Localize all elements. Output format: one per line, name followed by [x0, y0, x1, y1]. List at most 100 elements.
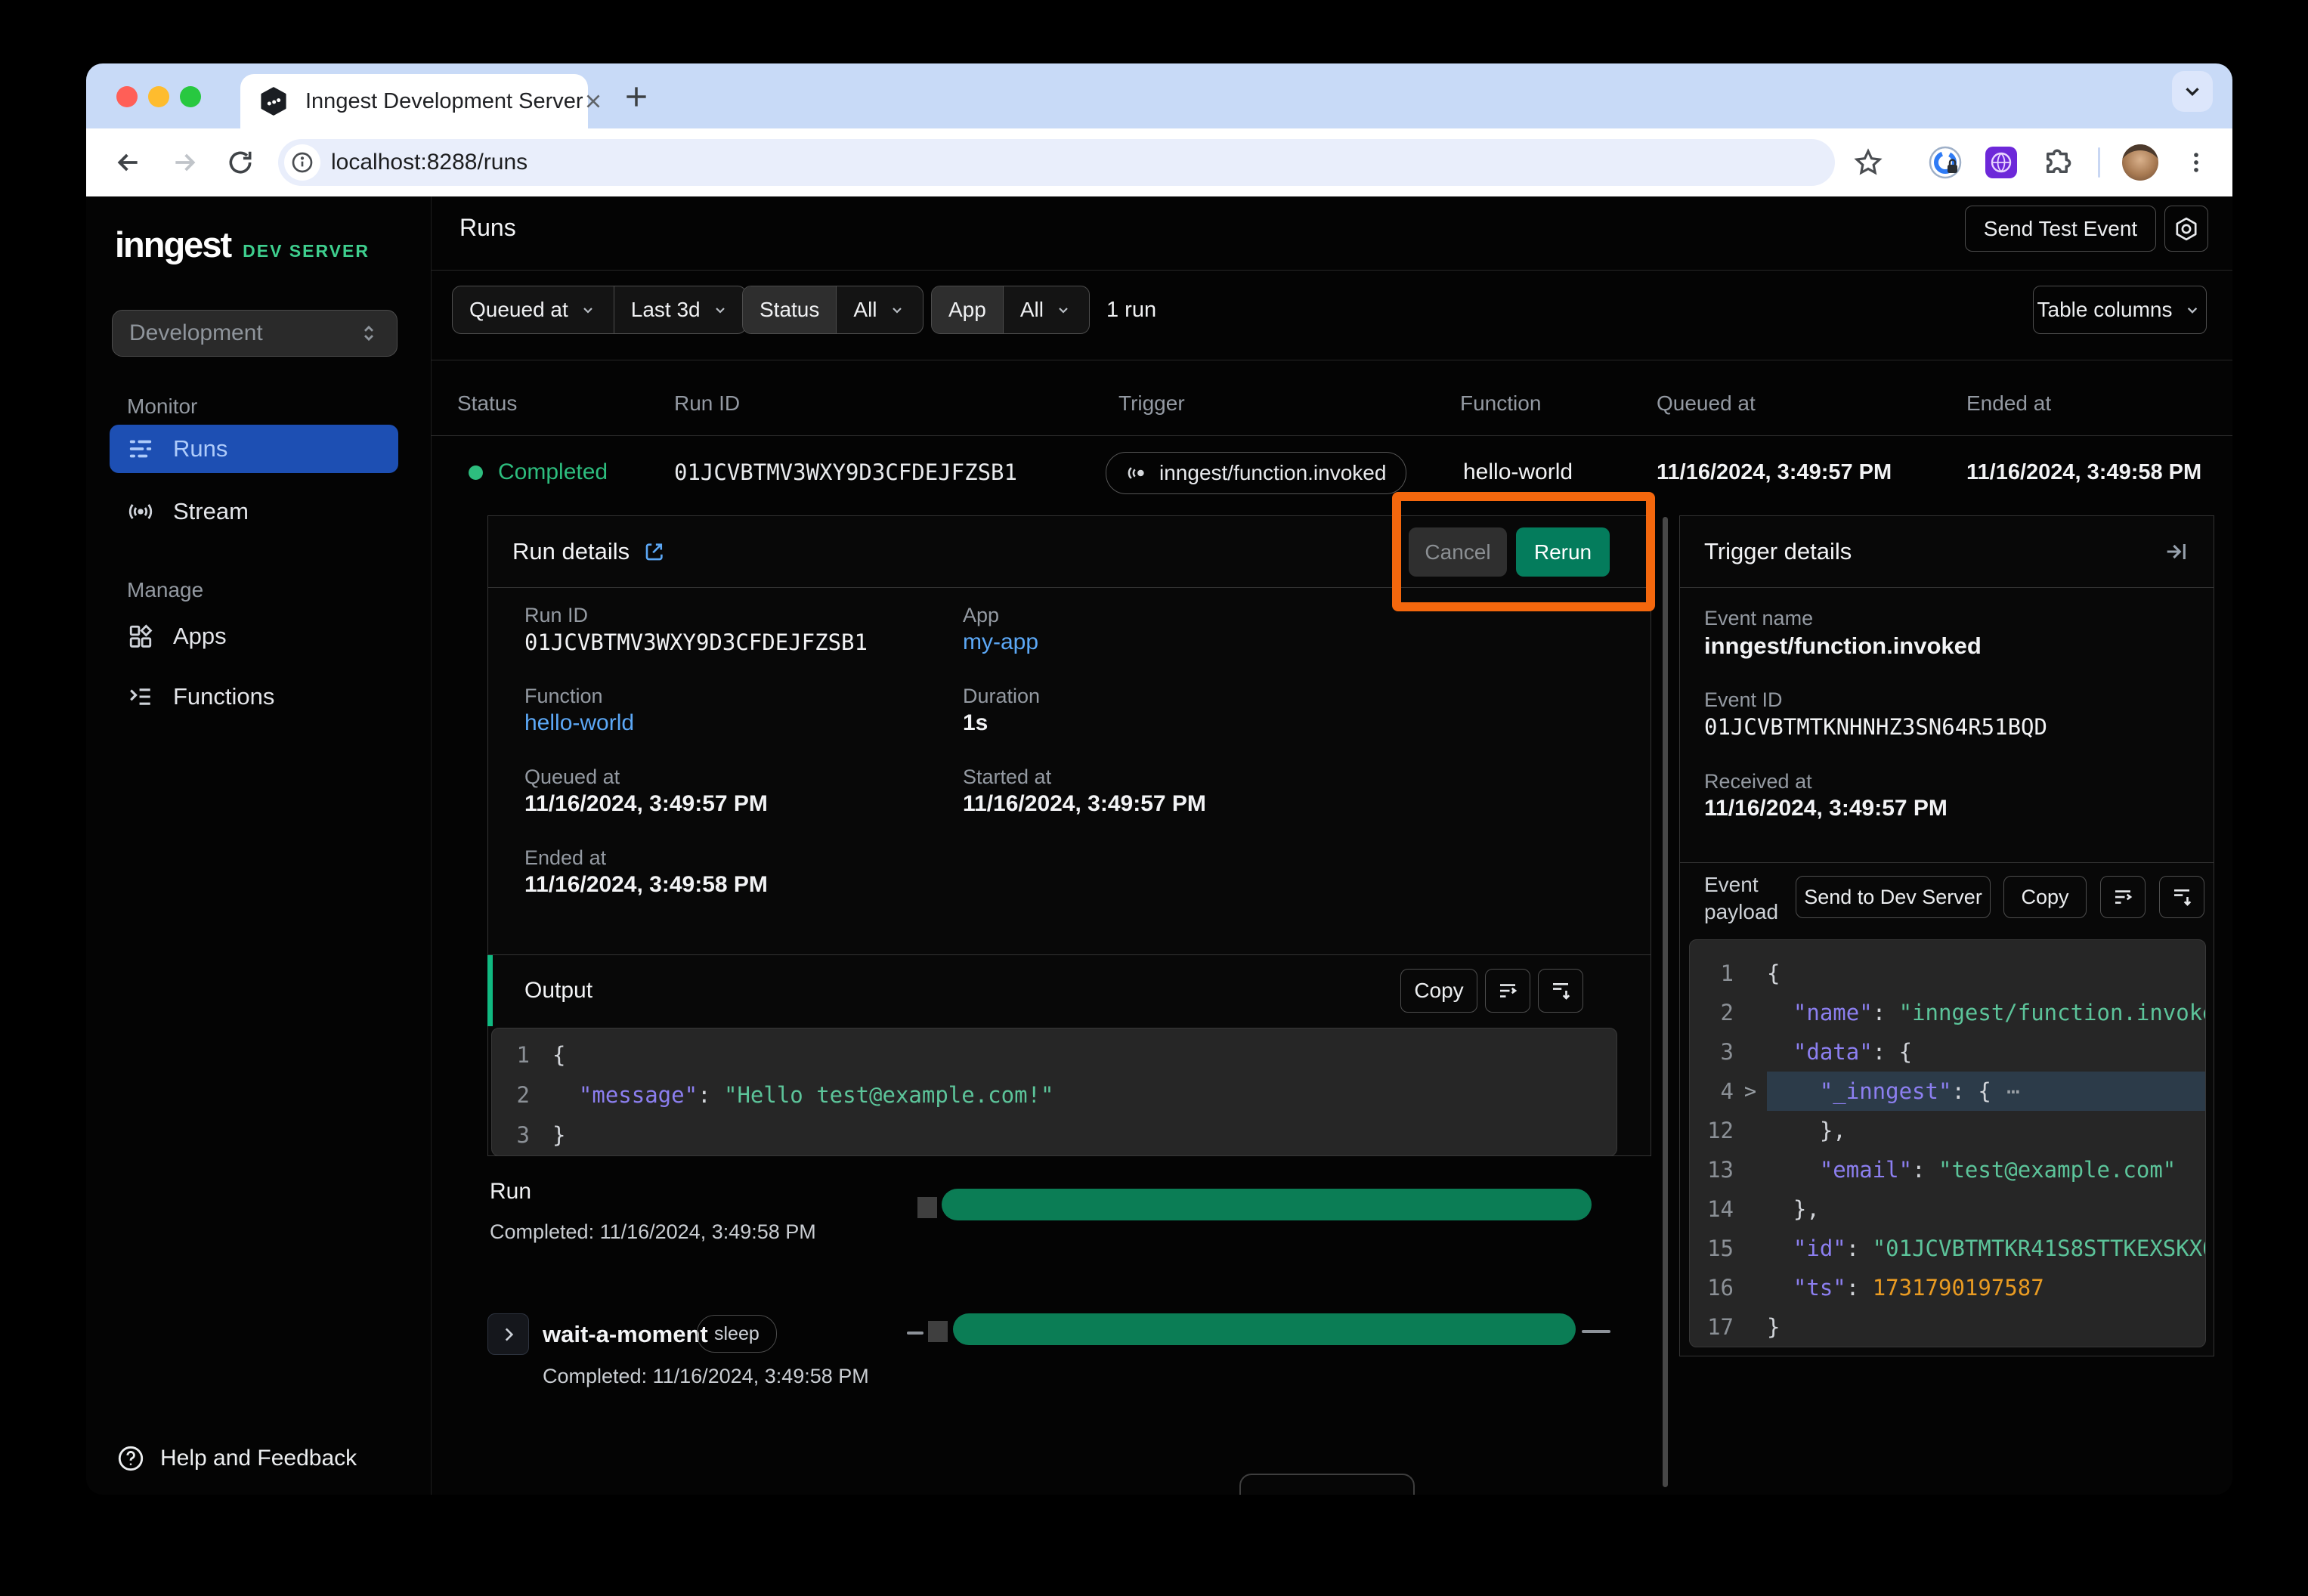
run-row-id[interactable]: 01JCVBTMV3WXY9D3CFDEJFZSB1: [674, 449, 1017, 496]
timeline-step-lead-line: [907, 1332, 924, 1335]
profile-avatar[interactable]: [2122, 144, 2158, 181]
output-code-block[interactable]: 1{2 "message": "Hello test@example.com!"…: [491, 1028, 1617, 1156]
sidebar-item-stream[interactable]: Stream: [110, 487, 398, 536]
logo-text: inngest: [115, 224, 230, 265]
password-manager-extension-icon[interactable]: [1924, 128, 1966, 196]
function-link[interactable]: hello-world: [524, 710, 634, 736]
payload-scroll-bottom-button[interactable]: [2159, 876, 2204, 918]
time-field-segment[interactable]: Queued at: [453, 286, 614, 333]
payload-wrap-button[interactable]: [2100, 876, 2146, 918]
chevron-down-icon: [888, 301, 906, 319]
purple-extension-icon[interactable]: [1980, 128, 2022, 196]
time-field-label: Queued at: [469, 298, 568, 322]
site-info-icon[interactable]: [284, 144, 320, 181]
sidebar-item-apps[interactable]: Apps: [110, 612, 398, 660]
timeline-run-label[interactable]: Run: [490, 1179, 531, 1205]
timeline-step-queue-segment: [928, 1321, 948, 1342]
output-wrap-button[interactable]: [1485, 969, 1530, 1013]
forward-icon[interactable]: [163, 128, 206, 196]
queued-at-value: 11/16/2024, 3:49:57 PM: [1657, 460, 1892, 485]
extensions-puzzle-icon[interactable]: [2036, 128, 2078, 196]
step-type-badge: sleep: [697, 1315, 777, 1353]
table-columns-label: Table columns: [2037, 298, 2173, 322]
run-row-function[interactable]: hello-world: [1463, 449, 1573, 496]
payload-label-line1: Event: [1704, 873, 1759, 896]
col-header-run-id[interactable]: Run ID: [674, 391, 740, 416]
app-filter[interactable]: App All: [931, 286, 1090, 334]
timeline-run-bar[interactable]: [942, 1189, 1592, 1220]
collapse-panel-icon[interactable]: [2164, 540, 2188, 564]
close-window-button[interactable]: [116, 86, 138, 107]
functions-icon: [128, 684, 153, 710]
payload-copy-button[interactable]: Copy: [2003, 876, 2087, 918]
app-filter-value: All: [1020, 298, 1044, 322]
status-filter-value-segment[interactable]: All: [836, 286, 922, 333]
stream-icon: [128, 499, 153, 524]
tab-strip: Inngest Development Server: [86, 63, 2232, 128]
event-name-value: inngest/function.invoked: [1704, 633, 1982, 660]
browser-menu-icon[interactable]: [2175, 128, 2217, 196]
details-scrollbar[interactable]: [1663, 517, 1668, 1487]
minimize-window-button[interactable]: [148, 86, 169, 107]
timeline-step-bar[interactable]: [953, 1313, 1576, 1345]
cancel-button[interactable]: Cancel: [1409, 527, 1507, 577]
time-filter[interactable]: Queued at Last 3d: [452, 286, 747, 334]
help-and-feedback[interactable]: Help and Feedback: [116, 1437, 357, 1480]
event-payload-label: Event payload: [1704, 871, 1778, 926]
col-header-status[interactable]: Status: [457, 391, 517, 416]
step-name[interactable]: wait-a-moment: [543, 1321, 708, 1348]
run-row-status[interactable]: Completed: [469, 449, 608, 496]
send-test-event-button[interactable]: Send Test Event: [1965, 206, 2156, 252]
invoke-icon: [1126, 462, 1149, 484]
app-link[interactable]: my-app: [963, 629, 1038, 655]
col-header-trigger[interactable]: Trigger: [1118, 391, 1185, 416]
sidebar-item-label: Functions: [173, 683, 274, 710]
bookmark-star-icon[interactable]: [1847, 128, 1889, 196]
maximize-window-button[interactable]: [180, 86, 201, 107]
trigger-details-title: Trigger details: [1704, 538, 1852, 565]
open-external-icon[interactable]: [643, 540, 666, 563]
duration-label: Duration: [963, 685, 1040, 708]
output-title: Output: [524, 978, 592, 1004]
settings-button[interactable]: [2164, 206, 2208, 252]
event-payload-code-block[interactable]: 1{2 "name": "inngest/function.invoked",3…: [1689, 939, 2206, 1347]
run-id-text: 01JCVBTMV3WXY9D3CFDEJFZSB1: [674, 459, 1017, 485]
time-range-segment[interactable]: Last 3d: [614, 286, 746, 333]
col-header-function[interactable]: Function: [1460, 391, 1541, 416]
step-expand-button[interactable]: [487, 1313, 529, 1355]
status-filter[interactable]: Status All: [742, 286, 924, 334]
output-scroll-bottom-button[interactable]: [1538, 969, 1583, 1013]
output-copy-button[interactable]: Copy: [1400, 969, 1477, 1013]
send-to-dev-server-button[interactable]: Send to Dev Server: [1796, 876, 1991, 918]
sidebar-item-functions[interactable]: Functions: [110, 673, 398, 721]
sidebar: inngest DEV SERVER Development Monitor R…: [86, 196, 432, 1495]
app-filter-label: App: [948, 298, 986, 322]
run-details-panel: Run details Cancel Rerun Run ID 01JCVBTM…: [487, 515, 1651, 1156]
manage-section-label: Manage: [127, 578, 203, 602]
received-at-label: Received at: [1704, 770, 1812, 793]
trigger-details-panel: Trigger details Event name inngest/funct…: [1679, 515, 2214, 1356]
tab-search-button[interactable]: [2172, 71, 2213, 112]
load-more-button[interactable]: [1239, 1474, 1415, 1495]
col-header-queued-at[interactable]: Queued at: [1657, 391, 1756, 416]
col-header-ended-at[interactable]: Ended at: [1966, 391, 2051, 416]
reload-icon[interactable]: [219, 128, 261, 196]
sidebar-item-runs[interactable]: Runs: [110, 425, 398, 473]
browser-tab[interactable]: Inngest Development Server: [240, 74, 588, 128]
close-tab-icon[interactable]: [583, 91, 603, 111]
app-filter-value-segment[interactable]: All: [1003, 286, 1089, 333]
environment-selector[interactable]: Development: [112, 310, 398, 357]
url-bar[interactable]: localhost:8288/runs: [278, 139, 1835, 186]
environment-value: Development: [129, 320, 263, 346]
text-wrap-icon: [2112, 886, 2134, 908]
rerun-button[interactable]: Rerun: [1516, 527, 1610, 577]
table-columns-button[interactable]: Table columns: [2033, 286, 2207, 334]
new-tab-button[interactable]: [615, 76, 657, 118]
app-label: App: [963, 604, 999, 627]
trigger-name: inngest/function.invoked: [1159, 461, 1386, 485]
back-icon[interactable]: [107, 128, 150, 196]
timeline-step-end-line: [1582, 1330, 1610, 1333]
scroll-to-bottom-icon: [2170, 886, 2193, 908]
trigger-pill[interactable]: inngest/function.invoked: [1106, 452, 1406, 494]
trigger-details-header: Trigger details: [1680, 516, 2214, 588]
